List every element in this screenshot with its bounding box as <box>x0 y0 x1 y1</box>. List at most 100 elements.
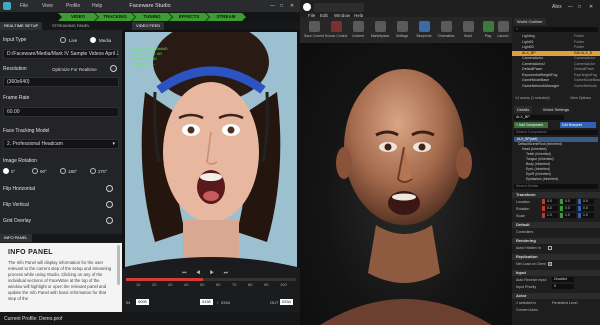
rotation-90-label: 90° <box>40 168 47 174</box>
timeline-track[interactable] <box>126 278 296 281</box>
search-details-input[interactable]: Search Details <box>514 184 598 189</box>
toolbar-label: Source Control <box>324 34 348 38</box>
search-icon: ⌕ <box>516 26 519 31</box>
playback-controls[interactable]: ⏮ ◀ ▶ ⏭ <box>182 270 232 276</box>
tab-video-feed[interactable]: VIDEO FEED <box>132 22 165 30</box>
maximize-icon[interactable]: □ <box>578 4 581 10</box>
input-live-radio[interactable] <box>60 37 66 43</box>
media-path-field[interactable]: D:/Faceware/Media/Mark IV Sample Videos … <box>3 49 119 59</box>
info-scrollbar[interactable] <box>117 245 120 285</box>
actor-hidden-label: Actor Hidden In <box>516 246 541 250</box>
convert-actor-label: Convert Actor <box>516 308 538 312</box>
gear-icon <box>397 21 408 32</box>
in-point-field[interactable]: 0000 <box>136 299 149 305</box>
tab-streaming-panel[interactable]: STREAMING PANEL <box>48 22 94 30</box>
scale-y-field[interactable]: 1.0 <box>560 213 576 218</box>
flip-vertical-toggle[interactable] <box>106 201 113 208</box>
actor-hidden-checkbox[interactable] <box>548 246 552 250</box>
rotation-x-field[interactable]: 0.0 <box>542 206 558 211</box>
step-tuning[interactable]: TUNING <box>132 13 172 21</box>
maximize-icon[interactable]: □ <box>280 3 283 9</box>
actor-section-header[interactable]: Actor <box>512 293 600 299</box>
tick-label: 60 <box>216 282 221 287</box>
cinematics-button[interactable]: Cinematics <box>436 19 456 41</box>
save-current-button[interactable]: Save Current <box>304 19 324 41</box>
flip-horizontal-toggle[interactable] <box>106 185 113 192</box>
component-row[interactable]: Eyelashes (Inherited) <box>526 177 558 182</box>
add-component-button[interactable]: + Add Component <box>514 122 548 128</box>
close-icon[interactable]: ✕ <box>589 4 593 10</box>
minimize-icon[interactable]: — <box>270 3 275 9</box>
step-stream[interactable]: STREAM <box>206 13 246 21</box>
unreal-logo-icon <box>303 3 311 11</box>
input-section-header[interactable]: Input <box>512 270 600 276</box>
ue-level-tab[interactable] <box>314 3 364 12</box>
tab-label: VIDEO FEED <box>136 23 161 28</box>
outliner-search-input[interactable]: ⌕ <box>514 26 598 32</box>
outliner-row[interactable]: GameNetworkManager GameNetwork <box>512 84 600 90</box>
rotation-y-field[interactable]: 0.0 <box>560 206 576 211</box>
optimize-realtime-toggle[interactable] <box>110 65 117 72</box>
tab-realtime-setup[interactable]: REALTIME SETUP <box>0 22 43 30</box>
flip-horizontal-label: Flip Horizontal <box>3 186 35 192</box>
edit-blueprint-button[interactable]: Edit Blueprint <box>560 122 596 128</box>
toolbar-label: Content <box>352 34 364 38</box>
view-options-button[interactable]: View Options <box>570 96 591 100</box>
rotation-270-radio[interactable] <box>90 168 96 174</box>
face-tracking-model-select[interactable]: 2. Professional Headcam ▾ <box>3 139 119 149</box>
search-components-input[interactable]: Search Components <box>514 130 598 135</box>
settings-button[interactable]: Settings <box>392 19 412 41</box>
net-load-checkbox[interactable] <box>548 262 552 266</box>
step-effects[interactable]: EFFECTS <box>169 13 209 21</box>
save-icon <box>309 21 320 32</box>
scale-x-field[interactable]: 1.0 <box>542 213 558 218</box>
scale-z-field[interactable]: 1.0 <box>578 213 594 218</box>
fw-left-tabbar: REALTIME SETUP STREAMING PANEL <box>0 22 122 30</box>
content-button[interactable]: Content <box>348 19 368 41</box>
build-icon <box>463 21 474 32</box>
tick-label: 70 <box>232 282 237 287</box>
rotation-270-label: 270° <box>98 168 108 174</box>
rendering-section-header[interactable]: Rendering <box>512 238 600 244</box>
rotation-0-radio[interactable] <box>3 168 9 174</box>
tab-details[interactable]: Details <box>514 106 533 113</box>
launch-button[interactable]: Launch <box>495 19 511 41</box>
rotation-90-radio[interactable] <box>32 168 38 174</box>
step-video[interactable]: VIDEO <box>58 13 98 21</box>
current-frame-field[interactable]: 0150 <box>200 299 213 305</box>
tab-info-panel[interactable]: INFO PANEL <box>0 234 32 242</box>
location-y-field[interactable]: 0.0 <box>560 199 576 204</box>
launch-icon <box>498 21 509 32</box>
ue-viewport[interactable] <box>300 43 512 325</box>
grid-overlay-toggle[interactable] <box>106 217 113 224</box>
frame-rate-field[interactable]: 60.00 <box>3 107 119 117</box>
minimize-icon[interactable]: — <box>568 4 573 10</box>
out-point-field[interactable]: 0334 <box>280 299 293 305</box>
fw-window-title: Faceware Studio <box>129 3 171 9</box>
controllers-label: Controllers <box>516 230 534 234</box>
replication-section-header[interactable]: Replication <box>512 254 600 260</box>
resolution-field[interactable]: (360x640) <box>3 77 119 87</box>
auto-receive-select[interactable]: Disabled <box>552 277 574 282</box>
transform-section-header[interactable]: Transform <box>512 192 600 198</box>
blueprints-button[interactable]: Blueprints <box>414 19 434 41</box>
location-z-field[interactable]: 0.0 <box>578 199 594 204</box>
blueprint-icon <box>419 21 430 32</box>
rotation-z-field[interactable]: 0.0 <box>578 206 594 211</box>
location-x-field[interactable]: 0.0 <box>542 199 558 204</box>
video-tabbar: VIDEO FEED <box>122 22 300 30</box>
input-priority-field[interactable]: 0 <box>552 284 574 289</box>
tab-world-settings[interactable]: World Settings <box>540 106 572 113</box>
rotation-180-radio[interactable] <box>60 168 66 174</box>
build-button[interactable]: Build <box>458 19 478 41</box>
close-icon[interactable]: ✕ <box>290 3 294 9</box>
default-section-header[interactable]: Default <box>512 222 600 228</box>
ue-user-name: Alex <box>552 4 562 10</box>
tab-world-outliner[interactable]: World Outliner <box>514 18 546 25</box>
actor-name-field[interactable]: ALX_BP <box>514 115 564 120</box>
source-control-button[interactable]: Source Control <box>324 19 348 41</box>
marketplace-button[interactable]: Marketplace <box>370 19 390 41</box>
input-media-radio[interactable] <box>90 37 96 43</box>
y-axis-marker <box>560 199 563 204</box>
step-tracking[interactable]: TRACKING <box>95 13 135 21</box>
